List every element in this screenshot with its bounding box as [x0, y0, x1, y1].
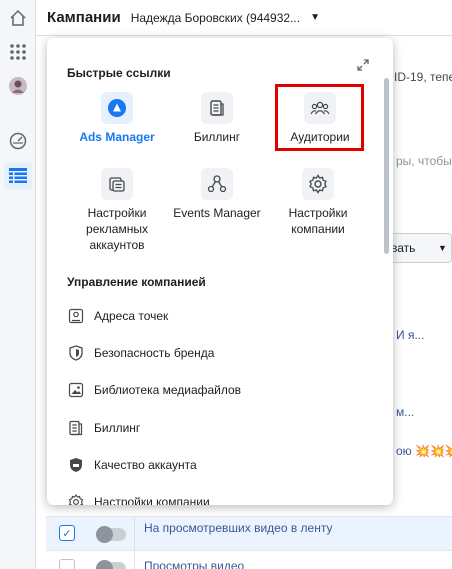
quick-link-events-manager[interactable]: Events Manager: [167, 168, 267, 221]
menu-item-brand-safety[interactable]: Безопасность бренда: [67, 343, 367, 363]
top-bar: Кампании Надежда Боровских (944932... ▼: [36, 0, 452, 36]
business-settings-icon: [302, 168, 334, 200]
apps-grid-icon[interactable]: [4, 38, 32, 66]
home-icon[interactable]: [4, 4, 32, 32]
menu-item-label: Качество аккаунта: [94, 458, 197, 472]
row-checkbox[interactable]: [59, 559, 75, 569]
left-navigation-rail: [0, 0, 36, 569]
menu-item-business-settings[interactable]: Настройки компании: [67, 492, 367, 505]
menu-item-label: Биллинг: [94, 421, 141, 435]
popover-scrollbar[interactable]: [384, 78, 389, 254]
menu-item-account-quality[interactable]: Качество аккаунта: [67, 455, 367, 475]
app-root: Кампании Надежда Боровских (944932... ▼ …: [0, 0, 452, 569]
billing-icon: [201, 92, 233, 124]
profile-avatar[interactable]: [4, 72, 32, 100]
events-manager-icon: [201, 168, 233, 200]
table-icon[interactable]: [4, 162, 32, 190]
ad-set-name-link[interactable]: Просмотры видео: [144, 559, 244, 569]
column-divider: [134, 551, 135, 569]
ad-account-settings-icon: [101, 168, 133, 200]
table-row[interactable]: Просмотры видео: [46, 550, 452, 569]
account-quality-icon: [67, 456, 85, 474]
quick-link-ad-account-settings[interactable]: Настройки рекламных аккаунтов: [67, 168, 167, 253]
highlight-box: [275, 84, 364, 151]
quick-link-business-settings[interactable]: Настройки компании: [268, 168, 368, 237]
quick-link-label: Events Manager: [173, 206, 261, 220]
dashboard-gauge-icon[interactable]: [4, 127, 32, 155]
menu-item-billing[interactable]: Биллинг: [67, 418, 367, 438]
table-row[interactable]: ✓ На просмотревших видео в ленту: [46, 516, 452, 551]
ad-set-name-link[interactable]: На просмотревших видео в ленту: [144, 521, 332, 535]
search-placeholder-fragment: ры, чтобы: [396, 154, 452, 168]
account-selector[interactable]: Надежда Боровских (944932...: [131, 11, 300, 25]
billing-icon: [67, 419, 85, 437]
quick-link-label: Биллинг: [193, 130, 241, 144]
quick-links-popover: Быстрые ссылки Ads Manager Биллинг Аудит…: [47, 38, 393, 505]
quick-link-billing[interactable]: Биллинг: [167, 92, 267, 145]
campaign-link-fragment[interactable]: И я...: [396, 328, 424, 342]
row-checkbox[interactable]: ✓: [59, 525, 75, 541]
management-section-title: Управление компанией: [67, 275, 206, 289]
shield-icon: [67, 344, 85, 362]
gear-icon: [67, 493, 85, 505]
columns-button-label: вать: [391, 241, 416, 255]
row-toggle[interactable]: [96, 560, 126, 569]
quick-link-label: Настройки компании: [288, 206, 348, 236]
ads-manager-icon: [101, 92, 133, 124]
chevron-down-icon: ▼: [438, 243, 447, 253]
media-library-icon: [67, 381, 85, 399]
campaign-link-fragment[interactable]: ою 💥💥💥: [396, 444, 452, 458]
columns-dropdown-button[interactable]: вать ▼: [390, 233, 452, 263]
menu-item-media-library[interactable]: Библиотека медиафайлов: [67, 380, 367, 400]
notice-text-fragment: ID-19, тепе: [394, 70, 452, 84]
expand-icon[interactable]: [356, 58, 370, 72]
quick-link-ads-manager[interactable]: Ads Manager: [67, 92, 167, 145]
quick-links-title: Быстрые ссылки: [67, 66, 171, 80]
menu-item-store-locations[interactable]: Адреса точек: [67, 306, 367, 326]
menu-item-label: Адреса точек: [94, 309, 169, 323]
page-title: Кампании: [47, 9, 121, 26]
menu-item-label: Безопасность бренда: [94, 346, 215, 360]
row-toggle[interactable]: [96, 526, 126, 543]
campaign-link-fragment[interactable]: м...: [396, 405, 414, 419]
quick-link-label: Ads Manager: [79, 130, 155, 144]
chevron-down-icon[interactable]: ▼: [310, 12, 320, 23]
column-divider: [134, 517, 135, 551]
menu-item-label: Библиотека медиафайлов: [94, 383, 242, 397]
menu-item-label: Настройки компании: [94, 495, 210, 505]
quick-link-label: Настройки рекламных аккаунтов: [86, 206, 148, 252]
location-pin-icon: [67, 307, 85, 325]
